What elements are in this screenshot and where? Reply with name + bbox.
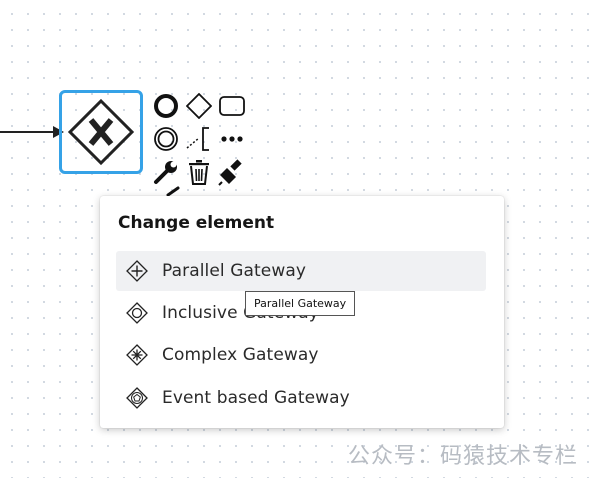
popup-entry-label: Complex Gateway (162, 345, 319, 365)
inclusive-gateway-icon (126, 302, 148, 324)
color-paint-icon[interactable] (218, 158, 246, 186)
popup-entry-parallel-gateway[interactable]: Parallel Gateway (116, 251, 486, 291)
popup-entry-label: Parallel Gateway (162, 261, 307, 281)
more-options-icon[interactable] (218, 125, 246, 153)
append-gateway-icon[interactable] (185, 92, 213, 120)
event-based-gateway-icon (126, 387, 148, 409)
append-text-annotation-icon[interactable] (185, 125, 213, 153)
exclusive-gateway-icon (67, 98, 135, 166)
context-pad-partial-icon (166, 186, 180, 196)
append-task-icon[interactable] (218, 92, 246, 120)
delete-trash-icon[interactable] (185, 158, 213, 186)
complex-gateway-icon (126, 344, 148, 366)
append-end-event-icon[interactable] (152, 92, 180, 120)
change-type-wrench-icon[interactable] (152, 158, 180, 186)
append-intermediate-event-icon[interactable] (152, 125, 180, 153)
popup-title: Change element (118, 213, 275, 233)
popup-entry-event-based-gateway[interactable]: Event based Gateway (116, 378, 486, 418)
popup-entry-label: Event based Gateway (162, 388, 350, 408)
exclusive-gateway-selected[interactable] (59, 90, 143, 174)
diagram-canvas[interactable]: Change element Parallel Gateway Inclusiv… (0, 0, 590, 478)
sequence-flow-arrow[interactable] (0, 122, 64, 142)
popup-entry-complex-gateway[interactable]: Complex Gateway (116, 335, 486, 375)
parallel-gateway-icon (126, 260, 148, 282)
hover-tooltip: Parallel Gateway (245, 291, 356, 316)
watermark-text: 公众号：码猿技术专栏 (347, 444, 578, 469)
